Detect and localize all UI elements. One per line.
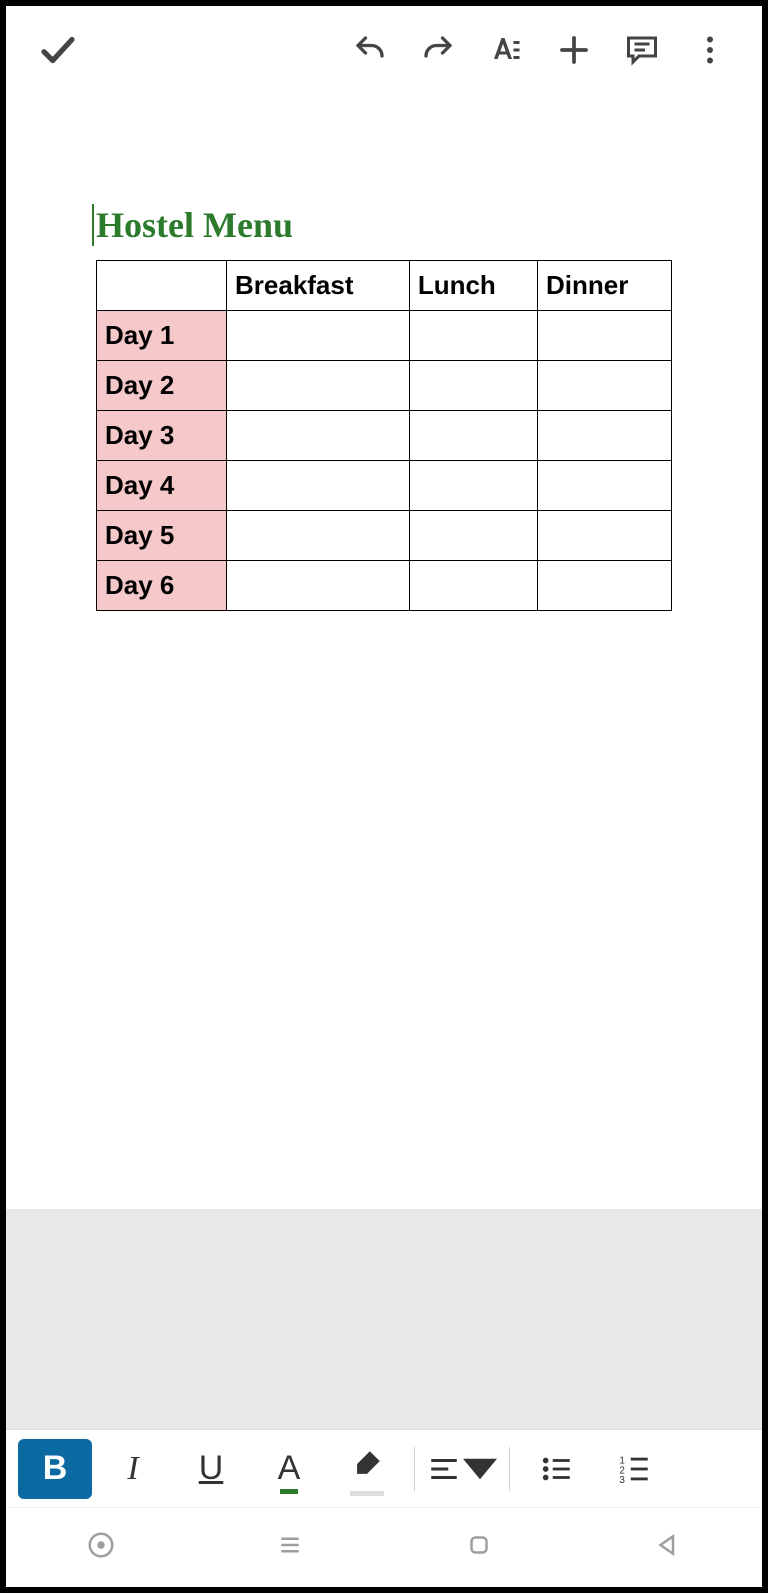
document-title[interactable]: Hostel Menu [92, 204, 672, 246]
table-cell[interactable] [409, 511, 537, 561]
comment-button[interactable] [608, 16, 676, 84]
text-color-label: A [278, 1449, 301, 1488]
insert-button[interactable] [540, 16, 608, 84]
table-cell[interactable] [537, 511, 671, 561]
table-row-label[interactable]: Day 6 [97, 561, 227, 611]
svg-text:3: 3 [619, 1475, 625, 1486]
top-toolbar [6, 6, 762, 94]
undo-button[interactable] [336, 16, 404, 84]
table-cell[interactable] [409, 461, 537, 511]
redo-button[interactable] [404, 16, 472, 84]
toolbar-separator [509, 1447, 510, 1491]
table-row[interactable]: Day 6 [97, 561, 672, 611]
table-header-blank[interactable] [97, 261, 227, 311]
table-cell[interactable] [409, 361, 537, 411]
highlight-button[interactable] [330, 1439, 404, 1499]
table-cell[interactable] [409, 311, 537, 361]
table-row-label[interactable]: Day 4 [97, 461, 227, 511]
nav-back-icon[interactable] [653, 1530, 683, 1565]
table-cell[interactable] [537, 411, 671, 461]
chevron-down-icon [463, 1452, 497, 1486]
table-cell[interactable] [227, 311, 410, 361]
table-cell[interactable] [537, 361, 671, 411]
bullet-list-button[interactable] [520, 1439, 594, 1499]
table-cell[interactable] [227, 461, 410, 511]
text-color-button[interactable]: A [252, 1439, 326, 1499]
align-button[interactable] [425, 1439, 499, 1499]
document-canvas[interactable]: Hostel Menu Breakfast Lunch Dinner Day 1… [6, 94, 762, 611]
table-cell[interactable] [227, 511, 410, 561]
table-row-label[interactable]: Day 3 [97, 411, 227, 461]
table-cell[interactable] [409, 561, 537, 611]
text-format-button[interactable] [472, 16, 540, 84]
toolbar-separator [414, 1447, 415, 1491]
menu-table[interactable]: Breakfast Lunch Dinner Day 1Day 2Day 3Da… [96, 260, 672, 611]
nav-home-icon[interactable] [464, 1530, 494, 1565]
highlight-icon [350, 1447, 384, 1490]
table-header-dinner[interactable]: Dinner [537, 261, 671, 311]
table-cell[interactable] [537, 311, 671, 361]
table-cell[interactable] [227, 361, 410, 411]
bold-button[interactable]: B [18, 1439, 92, 1499]
table-row-label[interactable]: Day 2 [97, 361, 227, 411]
table-row[interactable]: Day 4 [97, 461, 672, 511]
table-row[interactable]: Day 1 [97, 311, 672, 361]
table-cell[interactable] [227, 561, 410, 611]
table-cell[interactable] [537, 561, 671, 611]
table-row-label[interactable]: Day 1 [97, 311, 227, 361]
table-row[interactable]: Day 5 [97, 511, 672, 561]
nav-circle-dot-icon[interactable] [86, 1530, 116, 1565]
table-row[interactable]: Day 2 [97, 361, 672, 411]
formatting-toolbar: B I U A 123 [6, 1429, 762, 1507]
italic-button[interactable]: I [96, 1439, 170, 1499]
table-row[interactable]: Day 3 [97, 411, 672, 461]
grey-input-panel [6, 1209, 762, 1429]
table-row-label[interactable]: Day 5 [97, 511, 227, 561]
table-header-lunch[interactable]: Lunch [409, 261, 537, 311]
table-header-breakfast[interactable]: Breakfast [227, 261, 410, 311]
nav-recents-icon[interactable] [275, 1530, 305, 1565]
numbered-list-button[interactable]: 123 [598, 1439, 672, 1499]
underline-button[interactable]: U [174, 1439, 248, 1499]
table-header-row[interactable]: Breakfast Lunch Dinner [97, 261, 672, 311]
table-cell[interactable] [409, 411, 537, 461]
more-menu-button[interactable] [676, 16, 744, 84]
system-nav-bar [6, 1507, 762, 1587]
table-cell[interactable] [537, 461, 671, 511]
table-cell[interactable] [227, 411, 410, 461]
done-check-button[interactable] [24, 16, 92, 84]
